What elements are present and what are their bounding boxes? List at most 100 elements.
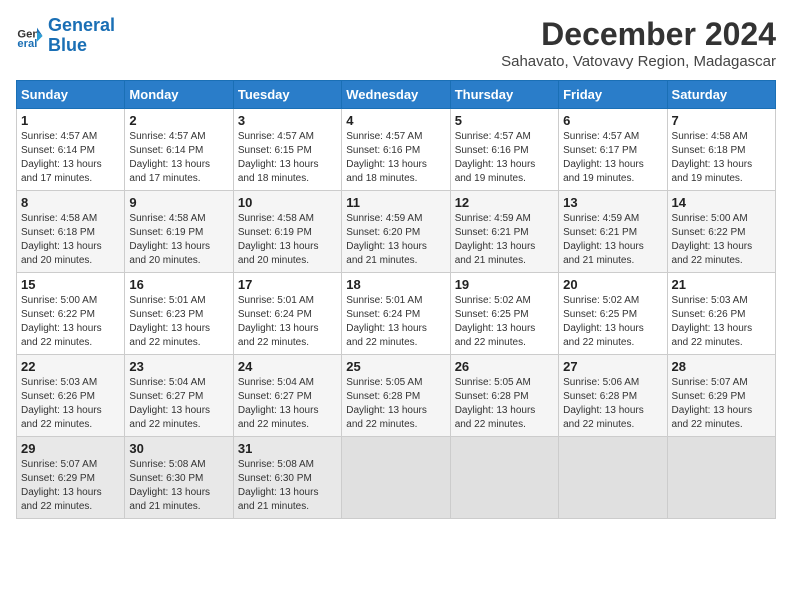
day-number: 10 bbox=[238, 195, 337, 210]
day-number: 22 bbox=[21, 359, 120, 374]
page-header: Gen eral General Blue December 2024 Saha… bbox=[16, 16, 776, 70]
day-number: 30 bbox=[129, 441, 228, 456]
day-info: Sunrise: 4:59 AM Sunset: 6:21 PM Dayligh… bbox=[455, 212, 554, 268]
day-number: 5 bbox=[455, 113, 554, 128]
day-info: Sunrise: 5:02 AM Sunset: 6:25 PM Dayligh… bbox=[563, 294, 662, 350]
day-info: Sunrise: 5:03 AM Sunset: 6:26 PM Dayligh… bbox=[672, 294, 771, 350]
calendar-table: SundayMondayTuesdayWednesdayThursdayFrid… bbox=[16, 80, 776, 519]
calendar-cell: 3 Sunrise: 4:57 AM Sunset: 6:15 PM Daylig… bbox=[233, 109, 341, 191]
calendar-cell: 5 Sunrise: 4:57 AM Sunset: 6:16 PM Daylig… bbox=[450, 109, 558, 191]
calendar-cell: 8 Sunrise: 4:58 AM Sunset: 6:18 PM Daylig… bbox=[17, 191, 125, 273]
day-info: Sunrise: 5:02 AM Sunset: 6:25 PM Dayligh… bbox=[455, 294, 554, 350]
day-number: 28 bbox=[672, 359, 771, 374]
calendar-cell: 31 Sunrise: 5:08 AM Sunset: 6:30 PM Dayli… bbox=[233, 437, 341, 519]
calendar-header-sunday: Sunday bbox=[17, 81, 125, 109]
calendar-cell: 11Sunrise: 4:59 AM Sunset: 6:20 PM Dayli… bbox=[342, 191, 450, 273]
calendar-header-saturday: Saturday bbox=[667, 81, 775, 109]
calendar-cell: 18Sunrise: 5:01 AM Sunset: 6:24 PM Dayli… bbox=[342, 273, 450, 355]
day-info: Sunrise: 4:58 AM Sunset: 6:19 PM Dayligh… bbox=[238, 212, 337, 268]
calendar-cell bbox=[342, 437, 450, 519]
day-number: 25 bbox=[346, 359, 445, 374]
calendar-header-friday: Friday bbox=[559, 81, 667, 109]
day-number: 18 bbox=[346, 277, 445, 292]
calendar-cell: 12 Sunrise: 4:59 AM Sunset: 6:21 PM Dayli… bbox=[450, 191, 558, 273]
day-info: Sunrise: 5:04 AM Sunset: 6:27 PM Dayligh… bbox=[238, 376, 337, 432]
logo: Gen eral General Blue bbox=[16, 16, 115, 56]
calendar-cell: 25 Sunrise: 5:05 AM Sunset: 6:28 PM Dayli… bbox=[342, 355, 450, 437]
calendar-header-tuesday: Tuesday bbox=[233, 81, 341, 109]
calendar-cell bbox=[559, 437, 667, 519]
day-info: Sunrise: 5:08 AM Sunset: 6:30 PM Dayligh… bbox=[129, 458, 228, 514]
calendar-cell: 22 Sunrise: 5:03 AM Sunset: 6:26 PM Dayli… bbox=[17, 355, 125, 437]
calendar-cell: 15 Sunrise: 5:00 AM Sunset: 6:22 PM Dayli… bbox=[17, 273, 125, 355]
day-number: 14 bbox=[672, 195, 771, 210]
day-number: 15 bbox=[21, 277, 120, 292]
logo-icon: Gen eral bbox=[16, 22, 44, 50]
day-info: Sunrise: 5:03 AM Sunset: 6:26 PM Dayligh… bbox=[21, 376, 120, 432]
calendar-cell: 14 Sunrise: 5:00 AM Sunset: 6:22 PM Dayli… bbox=[667, 191, 775, 273]
day-number: 27 bbox=[563, 359, 662, 374]
calendar-cell: 13 Sunrise: 4:59 AM Sunset: 6:21 PM Dayli… bbox=[559, 191, 667, 273]
calendar-cell bbox=[450, 437, 558, 519]
day-info: Sunrise: 5:00 AM Sunset: 6:22 PM Dayligh… bbox=[672, 212, 771, 268]
day-info: Sunrise: 4:59 AM Sunset: 6:21 PM Dayligh… bbox=[563, 212, 662, 268]
day-info: Sunrise: 4:57 AM Sunset: 6:17 PM Dayligh… bbox=[563, 130, 662, 186]
day-number: 24 bbox=[238, 359, 337, 374]
calendar-cell: 6 Sunrise: 4:57 AM Sunset: 6:17 PM Daylig… bbox=[559, 109, 667, 191]
day-number: 13 bbox=[563, 195, 662, 210]
calendar-cell: 7 Sunrise: 4:58 AM Sunset: 6:18 PM Daylig… bbox=[667, 109, 775, 191]
day-info: Sunrise: 4:58 AM Sunset: 6:18 PM Dayligh… bbox=[21, 212, 120, 268]
day-info: Sunrise: 4:58 AM Sunset: 6:19 PM Dayligh… bbox=[129, 212, 228, 268]
calendar-week-row: 15 Sunrise: 5:00 AM Sunset: 6:22 PM Dayli… bbox=[17, 273, 776, 355]
day-number: 1 bbox=[21, 113, 120, 128]
calendar-cell: 23Sunrise: 5:04 AM Sunset: 6:27 PM Dayli… bbox=[125, 355, 233, 437]
day-info: Sunrise: 4:58 AM Sunset: 6:18 PM Dayligh… bbox=[672, 130, 771, 186]
calendar-week-row: 22 Sunrise: 5:03 AM Sunset: 6:26 PM Dayli… bbox=[17, 355, 776, 437]
day-info: Sunrise: 5:07 AM Sunset: 6:29 PM Dayligh… bbox=[21, 458, 120, 514]
day-info: Sunrise: 5:06 AM Sunset: 6:28 PM Dayligh… bbox=[563, 376, 662, 432]
calendar-header-wednesday: Wednesday bbox=[342, 81, 450, 109]
day-info: Sunrise: 4:57 AM Sunset: 6:15 PM Dayligh… bbox=[238, 130, 337, 186]
calendar-cell: 20 Sunrise: 5:02 AM Sunset: 6:25 PM Dayli… bbox=[559, 273, 667, 355]
day-number: 21 bbox=[672, 277, 771, 292]
svg-text:eral: eral bbox=[17, 38, 37, 50]
day-info: Sunrise: 4:59 AM Sunset: 6:20 PM Dayligh… bbox=[346, 212, 445, 268]
day-number: 17 bbox=[238, 277, 337, 292]
day-number: 6 bbox=[563, 113, 662, 128]
day-info: Sunrise: 5:05 AM Sunset: 6:28 PM Dayligh… bbox=[455, 376, 554, 432]
day-number: 29 bbox=[21, 441, 120, 456]
location-title: Sahavato, Vatovavy Region, Madagascar bbox=[501, 53, 776, 70]
day-info: Sunrise: 4:57 AM Sunset: 6:16 PM Dayligh… bbox=[346, 130, 445, 186]
day-number: 9 bbox=[129, 195, 228, 210]
day-info: Sunrise: 4:57 AM Sunset: 6:16 PM Dayligh… bbox=[455, 130, 554, 186]
day-number: 7 bbox=[672, 113, 771, 128]
calendar-cell: 24 Sunrise: 5:04 AM Sunset: 6:27 PM Dayli… bbox=[233, 355, 341, 437]
calendar-week-row: 1 Sunrise: 4:57 AM Sunset: 6:14 PM Daylig… bbox=[17, 109, 776, 191]
calendar-body: 1 Sunrise: 4:57 AM Sunset: 6:14 PM Daylig… bbox=[17, 109, 776, 519]
day-info: Sunrise: 5:00 AM Sunset: 6:22 PM Dayligh… bbox=[21, 294, 120, 350]
calendar-cell: 19 Sunrise: 5:02 AM Sunset: 6:25 PM Dayli… bbox=[450, 273, 558, 355]
day-info: Sunrise: 5:01 AM Sunset: 6:24 PM Dayligh… bbox=[238, 294, 337, 350]
day-info: Sunrise: 5:08 AM Sunset: 6:30 PM Dayligh… bbox=[238, 458, 337, 514]
day-number: 12 bbox=[455, 195, 554, 210]
day-info: Sunrise: 4:57 AM Sunset: 6:14 PM Dayligh… bbox=[129, 130, 228, 186]
day-info: Sunrise: 5:05 AM Sunset: 6:28 PM Dayligh… bbox=[346, 376, 445, 432]
month-title: December 2024 bbox=[501, 16, 776, 53]
day-number: 8 bbox=[21, 195, 120, 210]
day-number: 31 bbox=[238, 441, 337, 456]
day-number: 20 bbox=[563, 277, 662, 292]
calendar-cell: 10 Sunrise: 4:58 AM Sunset: 6:19 PM Dayli… bbox=[233, 191, 341, 273]
logo-text: General Blue bbox=[48, 16, 115, 56]
calendar-cell: 21 Sunrise: 5:03 AM Sunset: 6:26 PM Dayli… bbox=[667, 273, 775, 355]
calendar-cell bbox=[667, 437, 775, 519]
title-area: December 2024 Sahavato, Vatovavy Region,… bbox=[501, 16, 776, 70]
day-number: 3 bbox=[238, 113, 337, 128]
day-info: Sunrise: 5:04 AM Sunset: 6:27 PM Dayligh… bbox=[129, 376, 228, 432]
calendar-cell: 29 Sunrise: 5:07 AM Sunset: 6:29 PM Dayli… bbox=[17, 437, 125, 519]
day-number: 19 bbox=[455, 277, 554, 292]
calendar-header-thursday: Thursday bbox=[450, 81, 558, 109]
calendar-cell: 1Sunrise: 4:57 AM Sunset: 6:14 PM Daylig… bbox=[17, 109, 125, 191]
calendar-cell: 16Sunrise: 5:01 AM Sunset: 6:23 PM Dayli… bbox=[125, 273, 233, 355]
calendar-cell: 9 Sunrise: 4:58 AM Sunset: 6:19 PM Daylig… bbox=[125, 191, 233, 273]
calendar-header-monday: Monday bbox=[125, 81, 233, 109]
